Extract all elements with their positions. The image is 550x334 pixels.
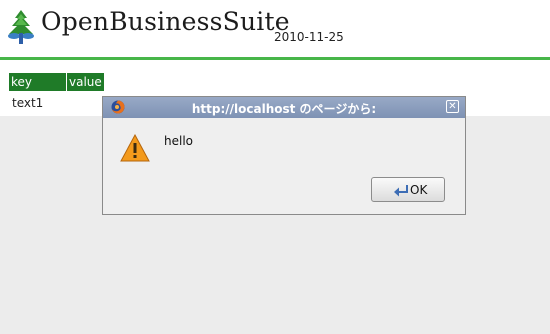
ok-label: OK <box>410 183 428 197</box>
tree-logo-icon <box>8 10 34 44</box>
header-date: 2010-11-25 <box>274 30 344 44</box>
column-header-key[interactable]: key <box>9 73 67 91</box>
warning-icon <box>120 134 150 162</box>
alert-dialog: http://localhost のページから: ✕ hello OK <box>102 96 466 215</box>
dialog-close-button[interactable]: ✕ <box>446 100 459 113</box>
table-header-row: key value <box>9 73 105 91</box>
column-header-value[interactable]: value <box>66 73 105 91</box>
dialog-message: hello <box>164 134 193 148</box>
app-header: OpenBusinessSuite 2010-11-25 <box>0 0 550 57</box>
ok-arrow-icon <box>394 185 408 197</box>
ok-button[interactable]: OK <box>371 177 445 202</box>
logo-text: OpenBusinessSuite <box>41 7 290 36</box>
close-icon: ✕ <box>448 101 457 112</box>
table-row[interactable]: text1 <box>9 91 104 112</box>
dialog-titlebar[interactable]: http://localhost のページから: ✕ <box>103 97 465 118</box>
dialog-title: http://localhost のページから: <box>191 102 377 116</box>
key-value-table: key value text1 <box>9 73 105 112</box>
cell-key[interactable]: text1 <box>9 91 67 112</box>
cell-value[interactable] <box>67 91 105 112</box>
